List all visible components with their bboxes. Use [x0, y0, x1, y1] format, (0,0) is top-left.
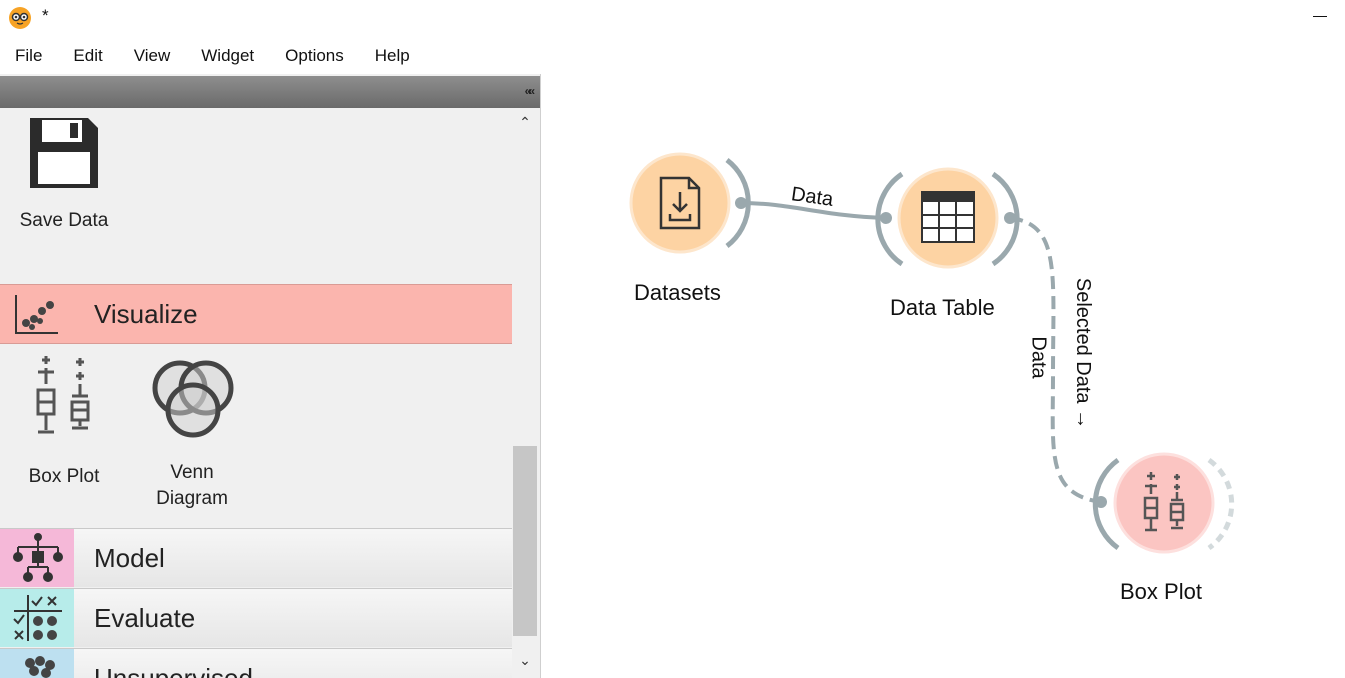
node-datasets[interactable]	[629, 152, 751, 254]
widget-toolbox: Save Data Visualize Box Plot Venn Diagra…	[0, 110, 512, 678]
unsupervised-category-icon-box	[0, 649, 74, 678]
menu-view[interactable]: View	[119, 40, 187, 74]
menu-bar: File Edit View Widget Options Help	[0, 40, 426, 74]
scroll-thumb[interactable]	[513, 446, 537, 636]
menu-edit[interactable]: Edit	[58, 40, 118, 74]
scatter-plot-icon	[15, 295, 58, 334]
widget-label: Save Data	[19, 210, 109, 231]
venn-diagram-icon	[152, 360, 234, 438]
menu-help[interactable]: Help	[360, 40, 426, 74]
category-label: Evaluate	[94, 603, 196, 633]
node-label-datasets: Datasets	[634, 280, 721, 305]
orange-app-icon	[9, 7, 31, 29]
node-label-box-plot: Box Plot	[1120, 579, 1202, 604]
toolbox-scrollbar[interactable]: ⌃ ⌄	[512, 110, 538, 678]
widget-label: Venn Diagram	[156, 462, 228, 509]
tree-model-icon	[13, 533, 63, 582]
visualize-category-icon-box	[0, 285, 74, 343]
menu-file[interactable]: File	[0, 40, 58, 74]
menu-widget[interactable]: Widget	[186, 40, 270, 74]
evaluate-grid-icon	[13, 595, 62, 641]
menu-options[interactable]: Options	[270, 40, 360, 74]
collapse-dock-icon[interactable]: ««	[525, 84, 536, 98]
widget-toolbox-dock: «« Save Data Visualize Box Plot Venn Dia…	[0, 74, 541, 678]
category-label: Unsupervised	[94, 663, 253, 678]
category-model[interactable]: Model	[0, 528, 512, 587]
box-plot-icon	[36, 356, 90, 434]
widget-venn-diagram[interactable]: Venn Diagram	[142, 354, 242, 512]
node-data-table[interactable]	[875, 167, 1020, 269]
node-box-plot[interactable]	[1092, 452, 1235, 554]
minimize-button[interactable]	[1309, 4, 1335, 28]
link-label-selected-data: Selected Data →	[1072, 277, 1095, 430]
category-visualize[interactable]: Visualize	[0, 284, 512, 344]
scroll-up-arrow-icon[interactable]: ⌃	[516, 114, 534, 132]
workflow-canvas[interactable]: Data Selected Data → Data Datasets Data …	[541, 74, 1345, 678]
cluster-icon	[25, 656, 55, 678]
category-label: Visualize	[94, 299, 198, 329]
dock-header: ««	[0, 76, 540, 108]
model-category-icon-box	[0, 529, 74, 587]
widget-save-data[interactable]: Save Data	[14, 116, 114, 234]
title-bar: *	[0, 0, 1345, 36]
data-table-icon	[921, 191, 975, 243]
category-unsupervised[interactable]: Unsupervised	[0, 648, 512, 678]
node-label-data-table: Data Table	[890, 295, 995, 320]
canvas-graphics	[629, 152, 1235, 554]
scroll-down-arrow-icon[interactable]: ⌄	[516, 652, 534, 670]
widget-box-plot[interactable]: Box Plot	[14, 354, 114, 490]
evaluate-category-icon-box	[0, 589, 74, 647]
widget-label: Box Plot	[28, 466, 100, 487]
window-title: *	[42, 6, 49, 25]
category-evaluate[interactable]: Evaluate	[0, 588, 512, 647]
save-icon	[30, 118, 98, 188]
link-label-data-target: Data	[1027, 336, 1050, 379]
category-label: Model	[94, 543, 165, 573]
